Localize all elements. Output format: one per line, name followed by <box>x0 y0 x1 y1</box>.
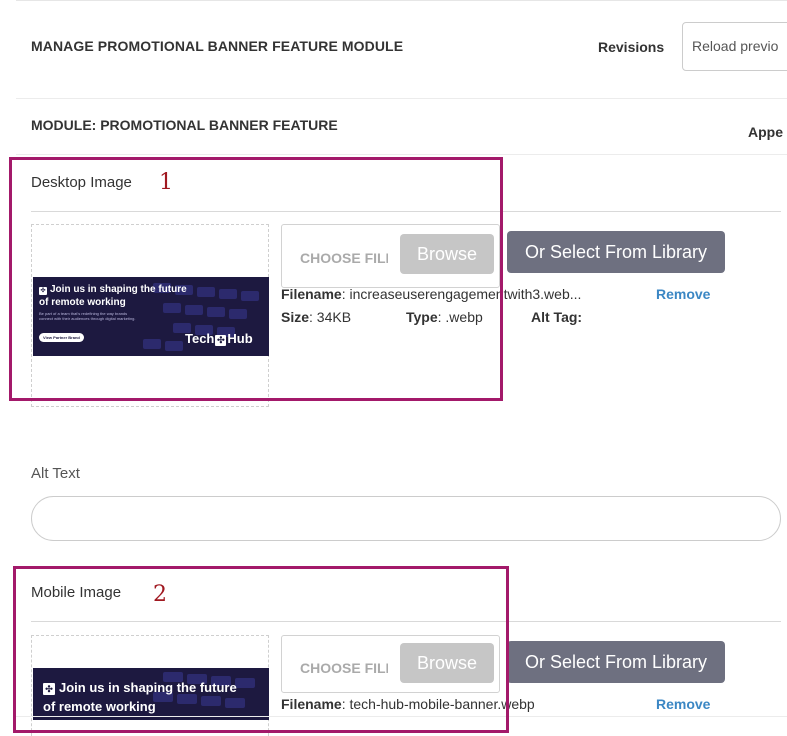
highlight-box-1 <box>9 157 503 401</box>
revisions-label: Revisions <box>598 39 665 55</box>
header-divider <box>16 98 787 99</box>
desktop-alt-tag-row: Alt Tag: <box>531 309 583 325</box>
mobile-remove-link[interactable]: Remove <box>656 696 710 712</box>
module-divider <box>16 154 787 155</box>
top-divider <box>16 0 787 1</box>
appearance-tab[interactable]: Appe <box>748 124 783 140</box>
alt-text-input[interactable] <box>31 496 781 541</box>
alt-text-label: Alt Text <box>31 465 80 482</box>
mobile-select-from-library-button[interactable]: Or Select From Library <box>507 641 725 683</box>
desktop-select-from-library-button[interactable]: Or Select From Library <box>507 231 725 273</box>
desktop-remove-link[interactable]: Remove <box>656 286 710 302</box>
revisions-select[interactable]: Reload previo <box>682 22 787 71</box>
module-title: MODULE: PROMOTIONAL BANNER FEATURE <box>31 117 338 133</box>
page-title: MANAGE PROMOTIONAL BANNER FEATURE MODULE <box>31 38 404 54</box>
highlight-box-2 <box>13 566 509 733</box>
